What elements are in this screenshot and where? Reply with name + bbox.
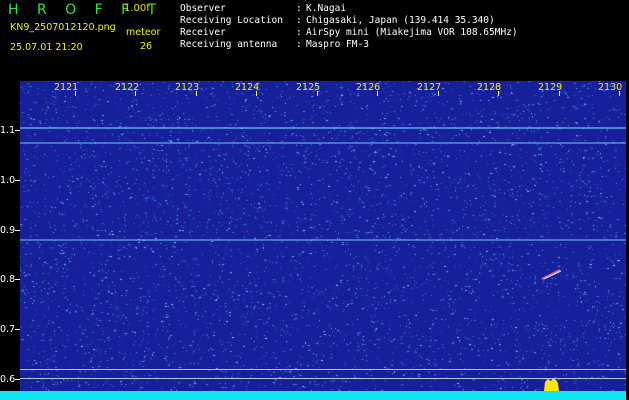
info-value-receiver: AirSpy mini (Miakejima VOR 108.65MHz) [306,27,518,38]
carrier-band [20,127,626,129]
meteor-count: 26 [140,41,153,52]
y-tick [15,279,20,280]
reference-line [20,378,626,379]
info-label-antenna: Receiving antenna [180,39,278,50]
minute-tick [438,91,439,96]
minute-tick [317,91,318,96]
y-tick-label: 0.7 [0,324,16,335]
y-tick-label: 0.9 [0,225,16,236]
y-tick [15,230,20,231]
y-tick-label: 1.1 [0,125,16,136]
spectrogram [20,81,626,391]
info-label-location: Receiving Location [180,15,283,26]
reference-line [20,369,626,370]
info-label-observer: Observer [180,3,226,14]
filename-label: KN9_2507012120.png [10,22,116,33]
minute-tick [559,91,560,96]
minute-tick [256,91,257,96]
carrier-band [20,239,626,241]
y-tick [15,130,20,131]
info-value-location: Chigasaki, Japan (139.414 35.340) [306,15,495,26]
minute-tick [377,91,378,96]
minute-tick [75,91,76,96]
carrier-band [20,142,626,144]
minute-tick [135,91,136,96]
y-tick [15,180,20,181]
meteor-echo [541,269,562,280]
y-tick-label: 0.6 [0,374,16,385]
datetime-label: 25.07.01 21:20 [10,42,83,53]
info-colon: : [296,39,302,50]
carrier-signal [544,378,559,391]
minute-tick [619,91,620,96]
minute-tick [196,91,197,96]
version-label: 1.00f [124,3,150,14]
y-tick [15,329,20,330]
y-tick [15,379,20,380]
y-tick-label: 0.8 [0,274,16,285]
baseline-bar [0,391,626,400]
info-value-antenna: Maspro FM-3 [306,39,369,50]
info-colon: : [296,15,302,26]
info-label-receiver: Receiver [180,27,226,38]
minute-tick [498,91,499,96]
info-colon: : [296,3,302,14]
info-value-observer: K.Nagai [306,3,347,14]
info-colon: : [296,27,302,38]
meteor-label: meteor [126,27,161,38]
y-tick-label: 1.0 [0,175,16,186]
